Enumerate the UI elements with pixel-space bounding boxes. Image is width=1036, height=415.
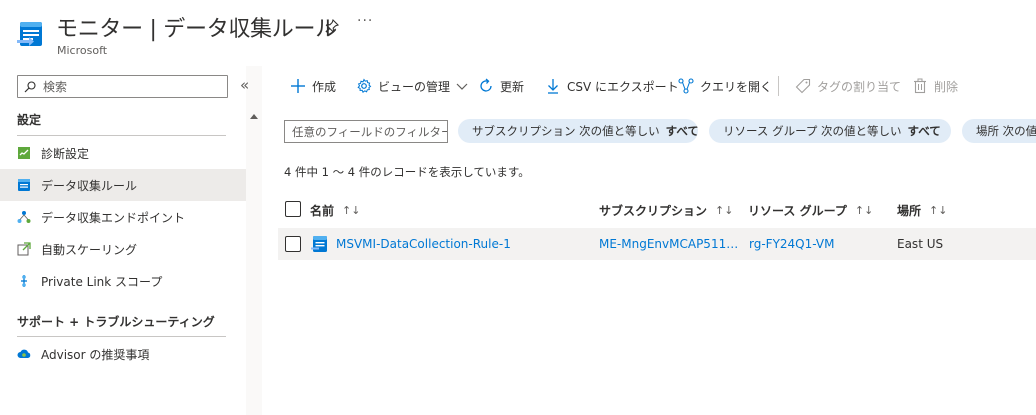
page-title: モニター | データ収集ルール — [56, 17, 337, 42]
column-header-location[interactable]: 場所 ↑↓ — [897, 202, 947, 219]
select-all-checkbox[interactable] — [285, 201, 301, 217]
sidebar-item-diagnostic-settings[interactable]: 診断設定 — [0, 137, 246, 169]
row-subscription-link[interactable]: ME-MngEnvMCAP511… — [599, 237, 738, 251]
row-checkbox[interactable] — [285, 236, 301, 252]
column-header-label: リソース グループ — [748, 204, 847, 218]
more-options-icon[interactable]: ··· — [357, 13, 373, 29]
chevron-down-icon — [454, 78, 470, 94]
column-header-label: 名前 — [310, 204, 335, 218]
sort-icon: ↑↓ — [929, 204, 948, 217]
create-button-label: 作成 — [312, 79, 337, 94]
filter-pill-label: サブスクリプション 次の値と等しい — [472, 124, 660, 138]
column-header-resource-group[interactable]: リソース グループ ↑↓ — [748, 202, 873, 219]
trash-icon — [912, 78, 928, 94]
export-csv-button-label: CSV にエクスポート — [567, 79, 679, 94]
toolbar-divider — [778, 76, 779, 96]
section-divider — [17, 135, 226, 136]
section-divider — [17, 336, 226, 337]
data-collection-rule-icon — [311, 235, 329, 253]
row-resource-group-link[interactable]: rg-FY24Q1-VM — [749, 237, 834, 251]
collapse-sidebar-button[interactable]: « — [240, 76, 249, 94]
open-query-button[interactable]: クエリを開く — [678, 76, 772, 96]
sidebar-item-label: データ収集ルール — [41, 178, 138, 193]
sidebar-item-advisor-recommendations[interactable]: Advisor の推奨事項 — [0, 338, 246, 370]
row-location: East US — [897, 237, 944, 251]
scroll-up-arrow-icon[interactable] — [250, 114, 258, 119]
delete-button[interactable]: 削除 — [912, 76, 958, 96]
filter-pill-value: すべて — [665, 124, 698, 138]
section-heading-support: サポート + トラブルシューティング — [17, 315, 215, 329]
filter-pill-label: リソース グループ 次の値と等しい — [723, 124, 902, 138]
sort-icon: ↑↓ — [342, 204, 361, 217]
filter-pill-value: すべて — [907, 124, 941, 138]
refresh-button-label: 更新 — [500, 79, 525, 94]
sidebar-item-label: Private Link スコープ — [41, 274, 163, 289]
sort-icon: ↑↓ — [854, 204, 874, 217]
filter-input[interactable]: 任意のフィールドのフィルター... — [284, 120, 448, 143]
command-bar: 作成 ビューの管理 更新 CSV にエクスポート クエリを開く タグの割り当て … — [262, 66, 1036, 106]
close-icon[interactable]: ✕ — [950, 123, 951, 139]
sidebar: 検索 « 設定 診断設定 データ収集ルール データ収集エンドポイント 自動スケー… — [0, 66, 262, 415]
sort-icon: ↑↓ — [715, 204, 734, 217]
record-count: 4 件中 1 ～ 4 件のレコードを表示しています。 — [284, 165, 530, 179]
sidebar-item-private-link-scopes[interactable]: Private Link スコープ — [0, 265, 246, 297]
manage-view-button[interactable]: ビューの管理 — [356, 76, 470, 96]
manage-view-button-label: ビューの管理 — [378, 79, 451, 94]
row-name-link[interactable]: MSVMI-DataCollection-Rule-1 — [336, 237, 511, 251]
sidebar-item-label: データ収集エンドポイント — [41, 210, 186, 225]
export-csv-button[interactable]: CSV にエクスポート — [545, 76, 679, 96]
data-collection-rule-icon — [17, 20, 45, 48]
assign-tags-button[interactable]: タグの割り当て — [795, 76, 901, 96]
create-button[interactable]: 作成 — [290, 76, 336, 96]
gear-icon — [356, 78, 372, 94]
refresh-icon — [478, 78, 494, 94]
open-query-button-label: クエリを開く — [700, 79, 773, 94]
search-icon — [24, 80, 36, 92]
data-collection-rule-icon — [17, 178, 31, 192]
delete-button-label: 削除 — [934, 79, 959, 94]
diagnostic-settings-icon — [17, 146, 31, 160]
query-icon — [678, 78, 694, 94]
sidebar-item-data-collection-rules[interactable]: データ収集ルール — [0, 169, 246, 201]
sidebar-item-autoscale[interactable]: 自動スケーリング — [0, 233, 246, 265]
refresh-button[interactable]: 更新 — [478, 76, 524, 96]
filter-pill-resource-group[interactable]: リソース グループ 次の値と等しい すべて ✕ — [709, 119, 951, 143]
sidebar-item-label: 診断設定 — [41, 146, 90, 161]
data-collection-endpoint-icon — [17, 210, 31, 224]
section-heading-settings: 設定 — [17, 113, 42, 127]
filter-pill-subscription[interactable]: サブスクリプション 次の値と等しい すべて — [458, 119, 698, 143]
filter-pill-location[interactable]: 場所 次の値 — [962, 119, 1036, 143]
page-subtitle: Microsoft — [57, 44, 108, 57]
advisor-icon — [17, 347, 31, 361]
filter-pill-label: 場所 次の値 — [976, 124, 1036, 138]
sidebar-item-data-collection-endpoints[interactable]: データ収集エンドポイント — [0, 201, 246, 233]
column-header-label: サブスクリプション — [599, 204, 708, 218]
assign-tags-button-label: タグの割り当て — [817, 79, 902, 94]
column-header-name[interactable]: 名前 ↑↓ — [310, 202, 360, 219]
page-header: モニター | データ収集ルール Microsoft ··· — [0, 0, 1036, 66]
sidebar-search-input[interactable]: 検索 — [17, 75, 228, 98]
search-placeholder: 検索 — [43, 80, 68, 94]
private-link-icon — [17, 274, 31, 288]
sidebar-item-label: Advisor の推奨事項 — [41, 347, 150, 362]
tag-icon — [795, 78, 811, 94]
plus-icon — [290, 78, 306, 94]
column-header-subscription[interactable]: サブスクリプション ↑↓ — [599, 202, 733, 219]
sidebar-item-label: 自動スケーリング — [41, 242, 138, 257]
pin-icon[interactable] — [324, 18, 340, 34]
column-header-label: 場所 — [897, 204, 922, 218]
autoscale-icon — [17, 242, 31, 256]
download-icon — [545, 78, 561, 94]
